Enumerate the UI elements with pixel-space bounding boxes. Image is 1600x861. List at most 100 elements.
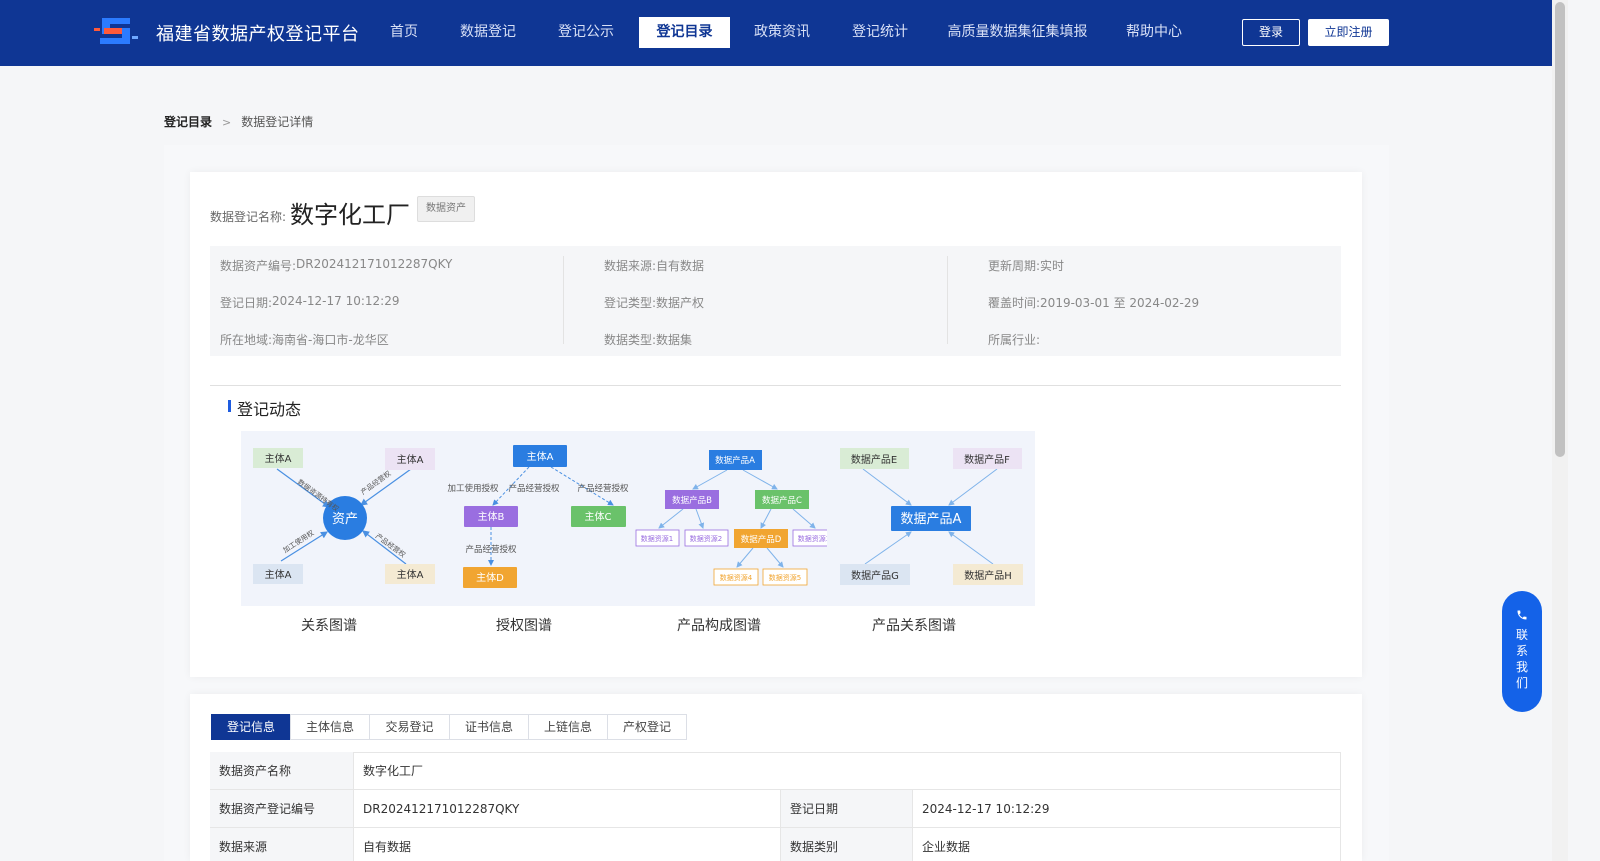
section-divider [210,385,1341,386]
nav-registration-notice[interactable]: 登记公示 [553,17,619,48]
info-data-type: 数据类型:数据集 [604,331,692,348]
info-asset-no-label: 数据资产编号: [220,259,297,273]
table-label: 数据资产名称 [210,752,354,790]
nav-registration-catalog[interactable]: 登记目录 [639,17,730,48]
table-value: 数字化工厂 [354,752,1341,790]
table-label: 登记日期 [781,790,913,828]
info-asset-no-value: DR202412171012287QKY [296,257,453,271]
section-marker [228,400,231,412]
g1-node-bottom-right: 主体A [397,569,424,581]
g2-edge-label: 产品经营授权 [465,544,517,555]
nav-help-center[interactable]: 帮助中心 [1121,17,1187,48]
g2-edge-label: 加工使用授权 [447,483,499,494]
g1-edge-label: 产品经营权 [359,469,393,497]
registration-dynamics-title: 登记动态 [237,400,302,419]
nav-registration-stats[interactable]: 登记统计 [847,17,913,48]
info-update-cycle-value: 实时 [1040,259,1065,273]
info-reg-date-label: 登记日期: [220,296,273,310]
contact-us-button[interactable]: 联系我们 [1502,591,1542,712]
tab-property-registration[interactable]: 产权登记 [607,714,687,740]
product-relationship-graph[interactable]: 数据产品E 数据产品F 数据产品G 数据产品H 数据产品A [840,448,1023,585]
page-scrollbar-thumb[interactable] [1555,2,1565,457]
tab-chain-info[interactable]: 上链信息 [528,714,608,740]
info-update-cycle-label: 更新周期: [988,259,1041,273]
table-value: 企业数据 [913,828,1341,861]
info-update-cycle: 更新周期:实时 [988,257,1064,274]
info-reg-date-value: 2024-12-17 10:12:29 [272,294,400,308]
registration-name: 数字化工厂 [290,201,410,229]
g3-resource: 数据资源2 [690,534,722,543]
g4-node-h: 数据产品H [964,569,1012,582]
nav-policy-news[interactable]: 政策资讯 [749,17,815,48]
g3-node-b: 数据产品B [672,495,712,506]
g2-edge-label: 产品经营授权 [508,483,560,494]
g2-edge-label: 产品经营授权 [577,483,629,494]
table-value: 自有数据 [354,828,781,861]
g2-node-top: 主体A [527,451,554,463]
registration-info-table: 数据资产名称 数字化工厂 数据资产登记编号 DR202412171012287Q… [210,752,1341,861]
relationship-graph[interactable]: 主体A 主体A 主体A 主体A 资产 数据资源持有权 产品经营权 加工使用权 产… [253,448,435,584]
g4-node-g: 数据产品G [851,569,899,582]
g3-resource: 数据资源4 [720,573,753,582]
product-composition-graph[interactable]: 数据产品A 数据产品B 数据产品C 数据产品D 数据资源1 数据资源2 数据资源… [635,450,836,586]
g4-node-e: 数据产品E [851,453,897,466]
info-region-label: 所在地域: [220,333,273,347]
brand-title[interactable]: 福建省数据产权登记平台 [156,20,360,46]
table-label: 数据资产登记编号 [210,790,354,828]
info-data-type-value: 数据集 [656,333,693,347]
table-value: DR202412171012287QKY [354,790,781,828]
breadcrumb-root[interactable]: 登记目录 [164,115,212,129]
registration-name-label: 数据登记名称: [210,210,287,224]
caption-authorization-graph[interactable]: 授权图谱 [476,615,572,635]
g1-edge-label: 数据资源持有权 [296,477,341,513]
tab-registration-info[interactable]: 登记信息 [211,714,291,740]
nav-dataset-collection[interactable]: 高质量数据集征集填报 [945,17,1090,48]
nav-home[interactable]: 首页 [384,17,424,48]
breadcrumb-current: 数据登记详情 [241,115,314,129]
g3-resource: 数据资源1 [641,534,673,543]
g1-center-node: 资产 [332,512,358,527]
info-region-value: 海南省-海口市-龙华区 [272,333,389,347]
info-reg-type-value: 数据产权 [656,296,705,310]
authorization-graph[interactable]: 主体A 主体B 主体C 主体D 加工使用授权 产品经营授权 产品经营授权 产品经… [447,445,629,588]
top-navbar: 福建省数据产权登记平台 首页 数据登记 登记公示 登记目录 政策资讯 登记统计 … [0,0,1552,66]
info-data-type-label: 数据类型: [604,333,657,347]
nav-data-registration[interactable]: 数据登记 [455,17,521,48]
info-source: 数据来源:自有数据 [604,257,704,274]
info-source-label: 数据来源: [604,259,657,273]
tab-transaction-registration[interactable]: 交易登记 [369,714,450,740]
breadcrumb: 登记目录 > 数据登记详情 [164,113,313,130]
caption-relationship-graph[interactable]: 关系图谱 [281,615,377,635]
caption-product-relationship-graph[interactable]: 产品关系图谱 [861,615,967,635]
table-label: 数据来源 [210,828,354,861]
g3-node-top: 数据产品A [715,455,755,466]
g3-node-d: 数据产品D [741,534,782,545]
table-label: 数据类别 [781,828,913,861]
tab-certificate-info[interactable]: 证书信息 [449,714,529,740]
g3-resource: 数据资源5 [769,573,801,582]
info-reg-date: 登记日期:2024-12-17 10:12:29 [220,294,400,311]
g1-node-bottom-left: 主体A [265,569,292,581]
tab-entity-info[interactable]: 主体信息 [290,714,370,740]
info-coverage-label: 覆盖时间: [988,296,1041,310]
info-reg-type-label: 登记类型: [604,296,657,310]
caption-product-composition-graph[interactable]: 产品构成图谱 [666,615,772,635]
g1-node-top-left: 主体A [265,453,292,465]
register-button[interactable]: 立即注册 [1308,19,1389,46]
g1-edge-label: 产品经营权 [374,531,408,559]
table-value: 2024-12-17 10:12:29 [913,790,1341,828]
g2-node-c: 主体C [585,511,612,523]
g1-node-top-right: 主体A [397,454,424,466]
info-coverage: 覆盖时间:2019-03-01 至 2024-02-29 [988,294,1199,311]
g3-resource: 数据资源3 [798,534,830,543]
contact-us-label: 联系我们 [1515,628,1528,690]
phone-icon [1517,610,1527,620]
g3-node-c: 数据产品C [762,495,802,506]
login-button[interactable]: 登录 [1242,19,1300,46]
info-industry: 所属行业: [988,331,1040,348]
g4-node-f: 数据产品F [964,453,1010,466]
g2-node-d: 主体D [476,572,504,584]
info-source-value: 自有数据 [656,259,705,273]
platform-logo-icon [94,18,138,44]
info-industry-label: 所属行业: [988,333,1041,347]
